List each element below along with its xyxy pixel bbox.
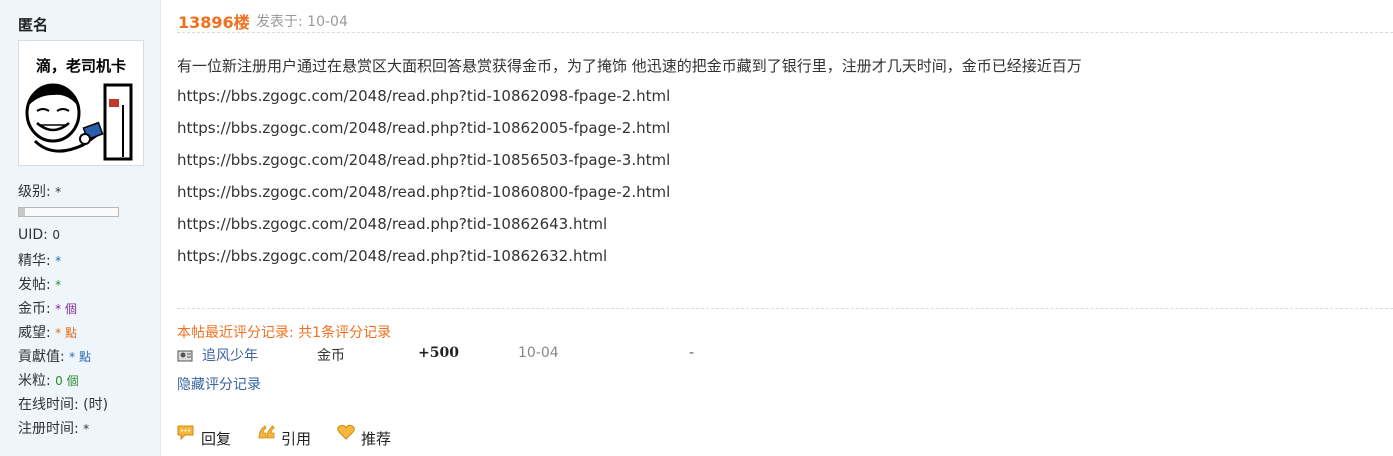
avatar[interactable]: 滴，老司机卡 bbox=[18, 40, 144, 166]
rating-title: 本帖最近评分记录: 共1条评分记录 bbox=[177, 325, 392, 341]
stat-label: 在线时间: bbox=[18, 397, 84, 413]
stat-label: 威望: bbox=[18, 325, 56, 341]
floor-number[interactable]: 13896楼 bbox=[178, 9, 250, 33]
rating-amount: +500 bbox=[418, 345, 459, 361]
post-link[interactable]: https://bbs.zgogc.com/2048/read.php?tid-… bbox=[177, 183, 670, 201]
rating-divider bbox=[177, 308, 1393, 309]
post-date: 发表于: 10-04 bbox=[256, 14, 348, 30]
post-link[interactable]: https://bbs.zgogc.com/2048/read.php?tid-… bbox=[177, 151, 670, 169]
stat-value: 0 bbox=[55, 374, 63, 388]
rater-name[interactable]: 追风少年 bbox=[202, 345, 258, 365]
stat-label: 精华: bbox=[18, 253, 56, 269]
level-progress-bar bbox=[18, 207, 119, 217]
rating-type: 金币 bbox=[317, 348, 345, 364]
stat-label: 米粒: bbox=[18, 373, 56, 389]
stat-prestige: 威望: * 點 bbox=[18, 322, 77, 342]
post-link[interactable]: https://bbs.zgogc.com/2048/read.php?tid-… bbox=[177, 119, 670, 137]
stat-value: (时) bbox=[83, 397, 109, 413]
quote-label: 引用 bbox=[281, 430, 312, 448]
avatar-caption: 滴，老司机卡 bbox=[35, 57, 126, 75]
stat-value: * bbox=[55, 278, 62, 292]
stat-label: UID: bbox=[18, 227, 53, 243]
stat-label: 注册时间: bbox=[18, 421, 84, 437]
stat-unit: 個 bbox=[61, 302, 77, 316]
quote-icon bbox=[257, 424, 275, 444]
rater-avatar-icon bbox=[177, 347, 195, 367]
post-link[interactable]: https://bbs.zgogc.com/2048/read.php?tid-… bbox=[177, 87, 670, 105]
post-text: 有一位新注册用户通过在悬赏区大面积回答悬赏获得金币，为了掩饰 他迅速的把金币藏到… bbox=[177, 57, 1082, 75]
rating-record-row: 追风少年 金币 +500 10-04 - bbox=[177, 345, 877, 365]
post-link[interactable]: https://bbs.zgogc.com/2048/read.php?tid-… bbox=[177, 247, 607, 265]
stat-posts: 发帖: * bbox=[18, 274, 61, 294]
rating-reason: - bbox=[689, 345, 695, 361]
stat-unit: 點 bbox=[61, 326, 77, 340]
post-header bbox=[177, 6, 1393, 33]
stat-gold: 金币: * 個 bbox=[18, 298, 77, 318]
stat-value: 0 bbox=[52, 228, 60, 242]
reply-label: 回复 bbox=[201, 430, 232, 448]
stat-label: 级别: bbox=[18, 184, 56, 200]
level-progress-fill bbox=[19, 208, 25, 216]
post-link[interactable]: https://bbs.zgogc.com/2048/read.php?tid-… bbox=[177, 215, 607, 233]
user-sidebar: 匿名 滴，老司机卡 级别: * UID: 0 精华: * 发帖: * 金币: *… bbox=[0, 0, 161, 456]
stat-label: 发帖: bbox=[18, 277, 56, 293]
heart-icon bbox=[337, 424, 355, 444]
post-body: 13896楼 发表于: 10-04 有一位新注册用户通过在悬赏区大面积回答悬赏获… bbox=[177, 0, 1393, 456]
stat-unit: 個 bbox=[62, 374, 79, 388]
stat-contribution: 貢獻值: * 點 bbox=[18, 346, 91, 366]
reply-icon bbox=[177, 424, 195, 444]
stat-essence: 精华: * bbox=[18, 250, 61, 270]
stat-register-time: 注册时间: * bbox=[18, 418, 89, 438]
stat-unit: 點 bbox=[75, 350, 91, 364]
stat-label: 金币: bbox=[18, 301, 56, 317]
stat-label: 貢獻值: bbox=[18, 349, 70, 365]
stat-uid: UID: 0 bbox=[18, 227, 60, 243]
meme-avatar-icon bbox=[25, 83, 133, 161]
stat-value: * bbox=[55, 254, 62, 268]
stat-value: * bbox=[55, 185, 62, 199]
stat-online-time: 在线时间: (时) bbox=[18, 394, 108, 414]
recommend-label: 推荐 bbox=[361, 430, 392, 448]
stat-level: 级别: * bbox=[18, 181, 61, 201]
author-name[interactable]: 匿名 bbox=[18, 14, 48, 35]
stat-rice: 米粒: 0 個 bbox=[18, 370, 79, 390]
hide-rating-link[interactable]: 隐藏评分记录 bbox=[177, 374, 261, 394]
rating-date: 10-04 bbox=[518, 345, 559, 361]
stat-value: * bbox=[83, 422, 90, 436]
